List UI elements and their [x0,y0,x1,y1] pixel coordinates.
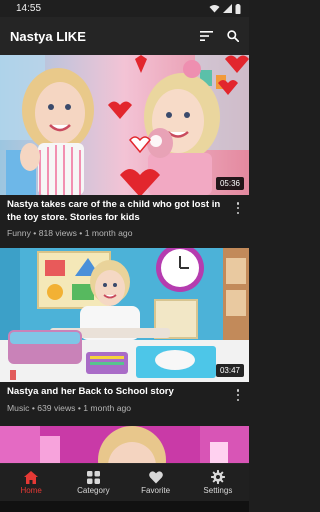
grid-icon [86,470,100,484]
thumbnail-image [0,426,249,463]
status-icons [209,3,241,14]
video-views: 639 views [37,402,76,413]
video-age: 1 month ago [83,402,132,413]
more-options-icon[interactable] [233,201,243,215]
video-views: 818 views [38,228,77,238]
app-title: Nastya LIKE [10,28,86,44]
video-meta[interactable]: Nastya takes care of the a child who got… [0,195,249,248]
heart-icon [148,470,163,483]
bottom-navigation: Home Category Favorite Settings [0,463,249,501]
thumbnail-image [0,55,249,195]
home-icon [24,470,39,484]
status-time: 14:55 [16,3,42,14]
system-navigation-bar [0,501,249,512]
gear-icon [210,470,225,484]
status-bar: 14:55 [0,0,249,17]
app-bar: Nastya LIKE [0,17,249,55]
video-duration: 03:47 [215,364,244,377]
video-age: 1 month ago [84,228,133,238]
video-thumbnail[interactable]: 05:36 [0,55,249,195]
video-card[interactable] [0,426,249,463]
nav-label: Favorite [141,485,171,495]
wifi-icon [209,5,220,13]
video-info: Funny • 818 views • 1 month ago [7,228,227,238]
more-options-icon[interactable] [233,388,243,402]
thumbnail-image [0,248,249,382]
video-info: Music • 639 views • 1 month ago [7,403,227,413]
nav-label: Home [20,485,42,495]
nav-label: Category [77,485,110,495]
nav-favorite[interactable]: Favorite [125,464,187,501]
video-card[interactable]: 03:47 Nastya and her Back to School stor… [0,248,249,426]
video-title[interactable]: Nastya and her Back to School story [7,386,227,399]
search-icon[interactable] [227,30,239,42]
video-duration: 05:36 [215,177,244,190]
signal-icon [223,4,232,13]
battery-icon [235,3,241,14]
video-thumbnail[interactable] [0,426,249,463]
video-title[interactable]: Nastya takes care of the a child who got… [7,199,227,224]
nav-category[interactable]: Category [62,464,124,501]
video-category: Funny [7,228,31,238]
nav-label: Settings [203,486,233,495]
video-feed[interactable]: 05:36 Nastya takes care of the a child w… [0,55,249,463]
nav-settings[interactable]: Settings [187,464,249,501]
nav-home[interactable]: Home [0,464,62,501]
video-meta[interactable]: Nastya and her Back to School story Musi… [0,382,249,426]
video-thumbnail[interactable]: 03:47 [0,248,249,382]
sort-icon[interactable] [200,31,213,41]
video-card[interactable]: 05:36 Nastya takes care of the a child w… [0,55,249,248]
video-category: Music [7,402,30,413]
